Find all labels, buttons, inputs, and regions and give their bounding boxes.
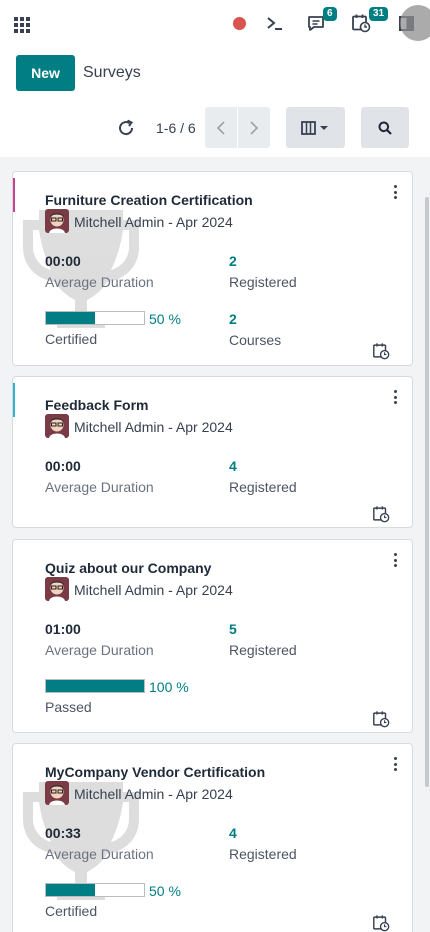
certification-progress-bar — [45, 883, 145, 897]
avatar — [45, 414, 69, 438]
registered-value[interactable]: 2 — [229, 253, 237, 269]
touch-indicator — [400, 5, 430, 41]
survey-card[interactable]: Furniture Creation Certification Mitchel… — [12, 171, 413, 366]
search-icon — [378, 121, 392, 135]
survey-card[interactable]: MyCompany Vendor Certification Mitchell … — [12, 743, 413, 932]
search-button[interactable] — [361, 107, 409, 148]
survey-title: Feedback Form — [45, 397, 149, 413]
registered-value[interactable]: 4 — [229, 458, 237, 474]
progress-value: 50 % — [149, 311, 181, 327]
survey-author: Mitchell Admin - Apr 2024 — [74, 582, 233, 598]
page-title: Surveys — [83, 64, 141, 81]
navbar: 6 31 — [0, 0, 430, 46]
progress-label: Passed — [45, 699, 92, 715]
avatar — [45, 577, 69, 601]
activity-icon[interactable]: 31 — [349, 7, 389, 36]
kebab-menu-icon[interactable] — [392, 185, 398, 199]
survey-title: Furniture Creation Certification — [45, 192, 253, 208]
progress-value: 100 % — [149, 679, 189, 695]
duration-label: Average Duration — [45, 479, 154, 495]
pager-next-button[interactable] — [238, 107, 270, 148]
activity-badge: 31 — [369, 7, 389, 21]
duration-value: 00:00 — [45, 253, 81, 269]
survey-title: Quiz about our Company — [45, 560, 212, 576]
registered-value[interactable]: 5 — [229, 621, 237, 637]
courses-label[interactable]: Courses — [229, 332, 281, 348]
kebab-menu-icon[interactable] — [392, 757, 398, 771]
duration-label: Average Duration — [45, 274, 154, 290]
duration-value: 01:00 — [45, 621, 81, 637]
duration-label: Average Duration — [45, 846, 154, 862]
registered-label[interactable]: Registered — [229, 479, 297, 495]
pager-previous-button[interactable] — [205, 107, 237, 148]
registered-label[interactable]: Registered — [229, 846, 297, 862]
duration-value: 00:00 — [45, 458, 81, 474]
chevron-left-icon — [216, 120, 225, 135]
progress-label: Certified — [45, 903, 98, 919]
vertical-scrollbar[interactable] — [425, 197, 429, 787]
passed-progress-bar — [45, 679, 145, 693]
progress-label: Certified — [45, 331, 98, 347]
registered-label[interactable]: Registered — [229, 642, 297, 658]
record-icon[interactable] — [230, 10, 248, 36]
calendar-clock-icon[interactable] — [372, 505, 390, 523]
duration-label: Average Duration — [45, 642, 154, 658]
avatar — [45, 209, 69, 233]
color-stripe — [13, 178, 15, 212]
courses-value[interactable]: 2 — [229, 311, 237, 327]
kebab-menu-icon[interactable] — [392, 390, 398, 404]
chat-icon[interactable]: 6 — [305, 7, 337, 36]
certification-progress-bar — [45, 311, 145, 325]
survey-author: Mitchell Admin - Apr 2024 — [74, 419, 233, 435]
duration-value: 00:33 — [45, 825, 81, 841]
color-stripe — [13, 383, 15, 417]
avatar — [45, 781, 69, 805]
calendar-clock-icon[interactable] — [372, 914, 390, 932]
survey-title: MyCompany Vendor Certification — [45, 764, 266, 780]
progress-value: 50 % — [149, 883, 181, 899]
calendar-clock-icon[interactable] — [372, 710, 390, 728]
survey-author: Mitchell Admin - Apr 2024 — [74, 214, 233, 230]
apps-menu-icon[interactable] — [12, 12, 32, 38]
chat-badge: 6 — [323, 7, 337, 21]
survey-card[interactable]: Quiz about our Company Mitchell Admin - … — [12, 539, 413, 733]
registered-label[interactable]: Registered — [229, 274, 297, 290]
kanban-view: Furniture Creation Certification Mitchel… — [0, 157, 430, 932]
columns-view-icon — [300, 120, 328, 135]
calendar-clock-icon[interactable] — [372, 342, 390, 360]
survey-author: Mitchell Admin - Apr 2024 — [74, 786, 233, 802]
kebab-menu-icon[interactable] — [392, 553, 398, 567]
new-button[interactable]: New — [16, 55, 75, 91]
pager-value[interactable]: 1-6 / 6 — [156, 120, 196, 136]
view-switcher-button[interactable] — [286, 107, 345, 148]
refresh-icon[interactable] — [116, 118, 136, 138]
chevron-right-icon — [250, 120, 259, 135]
registered-value[interactable]: 4 — [229, 825, 237, 841]
terminal-icon[interactable] — [264, 10, 286, 36]
survey-card[interactable]: Feedback Form Mitchell Admin - Apr 2024 … — [12, 376, 413, 528]
